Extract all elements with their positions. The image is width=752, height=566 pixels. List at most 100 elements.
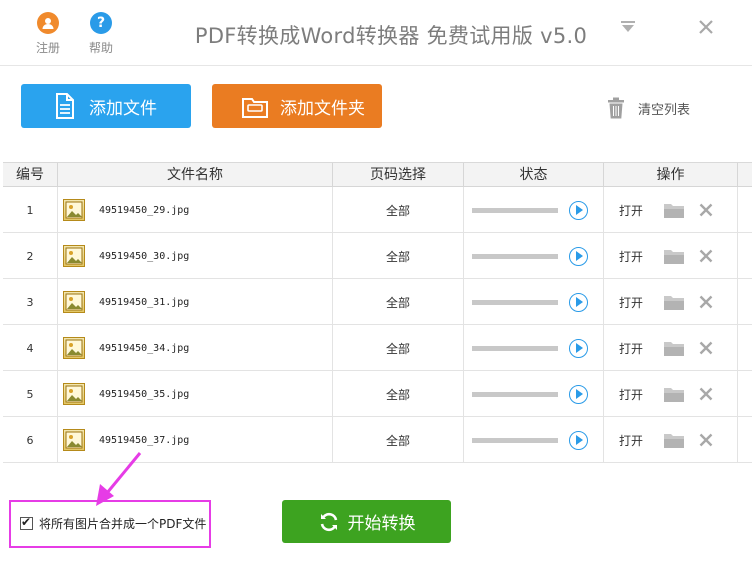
- play-icon[interactable]: [569, 430, 588, 450]
- clear-list-label: 清空列表: [638, 102, 691, 118]
- row-ops: 打开: [604, 417, 738, 463]
- open-link[interactable]: 打开: [619, 294, 643, 311]
- file-name: 49519450_29.jpg: [99, 204, 190, 216]
- row-ops: 打开: [604, 325, 738, 371]
- table-row[interactable]: 3 49519450_31.jpg 全部 打开: [3, 279, 752, 325]
- folder-icon[interactable]: [663, 248, 685, 265]
- file-name: 49519450_37.jpg: [99, 434, 190, 446]
- row-num: 4: [3, 325, 58, 371]
- row-num: 6: [3, 417, 58, 463]
- header-name[interactable]: 文件名称: [58, 163, 333, 187]
- row-file: 49519450_35.jpg: [58, 371, 333, 417]
- open-link[interactable]: 打开: [619, 202, 643, 219]
- clear-list-button[interactable]: 清空列表: [606, 96, 690, 120]
- header-num[interactable]: 编号: [3, 163, 58, 187]
- row-status: [464, 279, 604, 325]
- row-file: 49519450_30.jpg: [58, 233, 333, 279]
- page-select[interactable]: 全部: [333, 371, 464, 417]
- page-select[interactable]: 全部: [333, 417, 464, 463]
- play-icon[interactable]: [569, 338, 588, 358]
- open-link[interactable]: 打开: [619, 432, 643, 449]
- folder-icon[interactable]: [663, 294, 685, 311]
- file-name: 49519450_30.jpg: [99, 250, 190, 262]
- merge-checkbox[interactable]: ✔: [20, 515, 33, 530]
- progress-bar: [472, 207, 558, 213]
- close-window-button[interactable]: [693, 14, 719, 40]
- delete-icon[interactable]: [699, 341, 713, 355]
- image-icon: [63, 383, 85, 405]
- row-file: 49519450_31.jpg: [58, 279, 333, 325]
- folder-icon[interactable]: [663, 340, 685, 357]
- row-tail: [738, 417, 752, 463]
- delete-icon[interactable]: [699, 295, 713, 309]
- header-page[interactable]: 页码选择: [333, 163, 464, 187]
- page-select[interactable]: 全部: [333, 187, 464, 233]
- header-status[interactable]: 状态: [464, 163, 604, 187]
- progress-bar: [472, 253, 558, 259]
- minimize-button[interactable]: [615, 14, 641, 40]
- folder-icon[interactable]: [663, 202, 685, 219]
- open-link[interactable]: 打开: [619, 340, 643, 357]
- trash-icon: [608, 97, 624, 119]
- table-row[interactable]: 4 49519450_34.jpg 全部 打开: [3, 325, 752, 371]
- image-icon: [63, 245, 85, 267]
- play-icon[interactable]: [569, 246, 588, 266]
- page-select[interactable]: 全部: [333, 233, 464, 279]
- add-files-label: 添加文件: [89, 98, 157, 119]
- progress-bar: [472, 345, 558, 351]
- page-select[interactable]: 全部: [333, 279, 464, 325]
- image-icon: [63, 199, 85, 221]
- open-link[interactable]: 打开: [619, 248, 643, 265]
- folder-icon[interactable]: [663, 386, 685, 403]
- row-tail: [738, 279, 752, 325]
- row-file: 49519450_29.jpg: [58, 187, 333, 233]
- row-tail: [738, 325, 752, 371]
- play-icon[interactable]: [569, 292, 588, 312]
- header-ops[interactable]: 操作: [604, 163, 738, 187]
- delete-icon[interactable]: [699, 249, 713, 263]
- page-select[interactable]: 全部: [333, 325, 464, 371]
- row-num: 3: [3, 279, 58, 325]
- merge-option[interactable]: ✔ 将所有图片合并成一个PDF文件: [20, 515, 206, 532]
- check-icon: ✔: [21, 515, 32, 529]
- row-status: [464, 187, 604, 233]
- folder-icon[interactable]: [663, 432, 685, 449]
- delete-icon[interactable]: [699, 387, 713, 401]
- row-status: [464, 371, 604, 417]
- table-header: 编号 文件名称 页码选择 状态 操作: [3, 163, 752, 187]
- merge-label: 将所有图片合并成一个PDF文件: [39, 517, 207, 531]
- title-bar: 注册 ? 帮助 PDF转换成Word转换器 免费试用版 v5.0: [0, 0, 752, 66]
- row-ops: 打开: [604, 371, 738, 417]
- row-tail: [738, 371, 752, 417]
- row-file: 49519450_34.jpg: [58, 325, 333, 371]
- table-row[interactable]: 2 49519450_30.jpg 全部 打开: [3, 233, 752, 279]
- delete-icon[interactable]: [699, 433, 713, 447]
- file-table: 编号 文件名称 页码选择 状态 操作 1 49519450_29.jpg 全部 …: [3, 162, 752, 463]
- row-status: [464, 325, 604, 371]
- row-file: 49519450_37.jpg: [58, 417, 333, 463]
- add-files-button[interactable]: 添加文件: [21, 84, 191, 128]
- delete-icon[interactable]: [699, 203, 713, 217]
- play-icon[interactable]: [569, 384, 588, 404]
- start-convert-button[interactable]: 开始转换: [282, 500, 451, 543]
- row-num: 2: [3, 233, 58, 279]
- progress-bar: [472, 299, 558, 305]
- play-icon[interactable]: [569, 200, 588, 220]
- minimize-icon: [621, 21, 635, 32]
- table-row[interactable]: 1 49519450_29.jpg 全部 打开: [3, 187, 752, 233]
- progress-bar: [472, 437, 558, 443]
- document-icon: [56, 93, 74, 119]
- row-num: 1: [3, 187, 58, 233]
- open-link[interactable]: 打开: [619, 386, 643, 403]
- refresh-icon: [320, 512, 337, 531]
- add-folder-label: 添加文件夹: [280, 98, 365, 119]
- table-row[interactable]: 5 49519450_35.jpg 全部 打开: [3, 371, 752, 417]
- add-folder-button[interactable]: 添加文件夹: [212, 84, 382, 128]
- row-ops: 打开: [604, 233, 738, 279]
- row-status: [464, 417, 604, 463]
- file-name: 49519450_31.jpg: [99, 296, 190, 308]
- row-tail: [738, 233, 752, 279]
- row-ops: 打开: [604, 279, 738, 325]
- row-status: [464, 233, 604, 279]
- table-row[interactable]: 6 49519450_37.jpg 全部 打开: [3, 417, 752, 463]
